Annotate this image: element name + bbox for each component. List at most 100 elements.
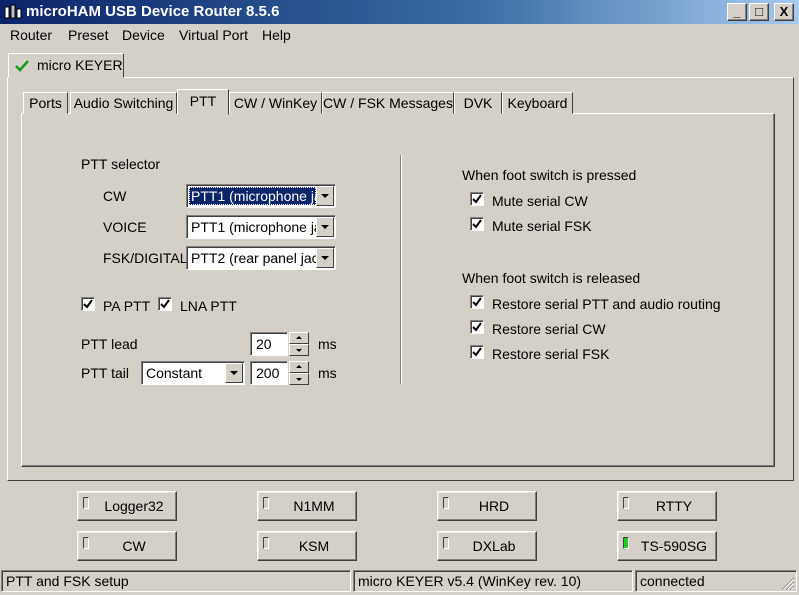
- led-indicator: [263, 497, 269, 509]
- maximize-button[interactable]: □: [749, 3, 769, 21]
- pa-ptt-checkbox[interactable]: [81, 297, 95, 311]
- menu-virtual-port[interactable]: Virtual Port: [179, 27, 248, 43]
- status-middle: micro KEYER v5.4 (WinKey rev. 10): [353, 570, 633, 592]
- tab-ports[interactable]: Ports: [23, 92, 68, 114]
- preset-button-hrd[interactable]: HRD: [437, 491, 537, 521]
- preset-button-n1mm[interactable]: N1MM: [257, 491, 357, 521]
- mute-serial-fsk-label: Mute serial FSK: [492, 218, 592, 234]
- led-indicator: [263, 537, 269, 549]
- preset-label: DXLab: [472, 538, 516, 554]
- window-title: microHAM USB Device Router 8.5.6: [26, 3, 280, 20]
- ptt-fsk-select[interactable]: PTT2 (rear panel jack): [186, 246, 336, 270]
- ptt-lead-unit: ms: [318, 336, 337, 352]
- preset-button-cw[interactable]: CW: [77, 531, 177, 561]
- preset-button-ksm[interactable]: KSM: [257, 531, 357, 561]
- close-button[interactable]: X: [774, 3, 794, 21]
- preset-label: RTTY: [655, 498, 693, 514]
- spin-down-icon[interactable]: [289, 373, 309, 385]
- menu-preset[interactable]: Preset: [68, 27, 108, 43]
- preset-button-dxlab[interactable]: DXLab: [437, 531, 537, 561]
- ptt-lead-value: 20: [256, 336, 272, 352]
- chevron-down-icon[interactable]: [316, 248, 334, 268]
- status-left: PTT and FSK setup: [1, 570, 351, 592]
- tab-micro-keyer[interactable]: micro KEYER: [8, 53, 124, 78]
- spin-up-icon[interactable]: [289, 332, 309, 344]
- preset-label: N1MM: [293, 498, 335, 514]
- restore-serial-cw-checkbox[interactable]: [470, 320, 484, 334]
- check-icon: [472, 347, 482, 357]
- tab-cw-fsk-messages[interactable]: CW / FSK Messages: [322, 92, 454, 114]
- app-icon: [4, 4, 22, 19]
- minimize-button[interactable]: _: [727, 3, 747, 21]
- tab-ptt[interactable]: PTT: [177, 89, 229, 115]
- ptt-row-label-voice: VOICE: [103, 219, 147, 235]
- check-icon: [472, 322, 482, 332]
- chevron-down-icon[interactable]: [225, 363, 243, 383]
- chevron-down-icon[interactable]: [316, 217, 334, 237]
- led-indicator: [83, 537, 89, 549]
- restore-ptt-audio-checkbox[interactable]: [470, 295, 484, 309]
- check-icon: [83, 299, 93, 309]
- device-tab-label: micro KEYER: [37, 57, 123, 73]
- led-indicator-active: [623, 537, 629, 549]
- preset-label: Logger32: [104, 498, 164, 514]
- led-indicator: [623, 497, 629, 509]
- ptt-selector-title: PTT selector: [81, 156, 161, 172]
- tab-dvk[interactable]: DVK: [454, 92, 502, 114]
- led-indicator: [83, 497, 89, 509]
- preset-label: TS-590SG: [640, 538, 708, 554]
- menu-bar: [0, 24, 799, 46]
- preset-button-rtty[interactable]: RTTY: [617, 491, 717, 521]
- ptt-lead-label: PTT lead: [81, 336, 138, 352]
- check-icon: [472, 297, 482, 307]
- ptt-tail-input[interactable]: 200: [250, 361, 288, 385]
- ptt-tail-value: 200: [256, 365, 280, 381]
- menu-device[interactable]: Device: [122, 27, 165, 43]
- chevron-down-icon[interactable]: [316, 186, 334, 206]
- ptt-cw-select[interactable]: PTT1 (microphone jack): [186, 184, 336, 208]
- ptt-tail-spinner[interactable]: [289, 361, 309, 385]
- ptt-row-label-cw: CW: [103, 188, 127, 204]
- restore-ptt-audio-label: Restore serial PTT and audio routing: [492, 296, 721, 312]
- check-icon: [160, 299, 170, 309]
- resize-grip-icon[interactable]: [781, 577, 795, 591]
- green-checkmark-icon: [15, 60, 29, 72]
- foot-released-title: When foot switch is released: [462, 270, 641, 286]
- ptt-cw-value: PTT1 (microphone jack): [189, 187, 316, 205]
- tab-cw-winkey[interactable]: CW / WinKey: [229, 92, 322, 114]
- led-indicator: [443, 537, 449, 549]
- status-right: connected: [635, 570, 797, 592]
- check-icon: [472, 194, 482, 204]
- spin-up-icon[interactable]: [289, 361, 309, 373]
- preset-label: CW: [122, 538, 146, 554]
- menu-router[interactable]: Router: [10, 27, 52, 43]
- ptt-lead-input[interactable]: 20: [250, 332, 288, 356]
- ptt-tail-mode-value: Constant: [146, 365, 203, 381]
- spin-down-icon[interactable]: [289, 344, 309, 356]
- ptt-tail-unit: ms: [318, 365, 337, 381]
- ptt-fsk-value: PTT2 (rear panel jack): [191, 250, 316, 266]
- mute-serial-fsk-checkbox[interactable]: [470, 217, 484, 231]
- menu-help[interactable]: Help: [262, 27, 291, 43]
- preset-button-logger32[interactable]: Logger32: [77, 491, 177, 521]
- lna-ptt-label: LNA PTT: [180, 298, 237, 314]
- vertical-divider: [400, 155, 402, 384]
- mute-serial-cw-checkbox[interactable]: [470, 192, 484, 206]
- lna-ptt-checkbox[interactable]: [158, 297, 172, 311]
- ptt-row-label-fsk: FSK/DIGITAL: [103, 250, 188, 266]
- pa-ptt-label: PA PTT: [103, 298, 151, 314]
- foot-pressed-title: When foot switch is pressed: [462, 167, 637, 183]
- preset-label: HRD: [478, 498, 510, 514]
- restore-serial-fsk-label: Restore serial FSK: [492, 346, 610, 362]
- ptt-voice-value: PTT1 (microphone jack): [191, 219, 316, 235]
- tab-keyboard[interactable]: Keyboard: [502, 92, 573, 114]
- mute-serial-cw-label: Mute serial CW: [492, 193, 588, 209]
- preset-button-ts-590sg[interactable]: TS-590SG: [617, 531, 717, 561]
- tab-audio-switching[interactable]: Audio Switching: [70, 92, 177, 114]
- ptt-voice-select[interactable]: PTT1 (microphone jack): [186, 215, 336, 239]
- restore-serial-fsk-checkbox[interactable]: [470, 345, 484, 359]
- ptt-tail-mode-select[interactable]: Constant: [141, 361, 245, 385]
- ptt-lead-spinner[interactable]: [289, 332, 309, 356]
- led-indicator: [443, 497, 449, 509]
- restore-serial-cw-label: Restore serial CW: [492, 321, 606, 337]
